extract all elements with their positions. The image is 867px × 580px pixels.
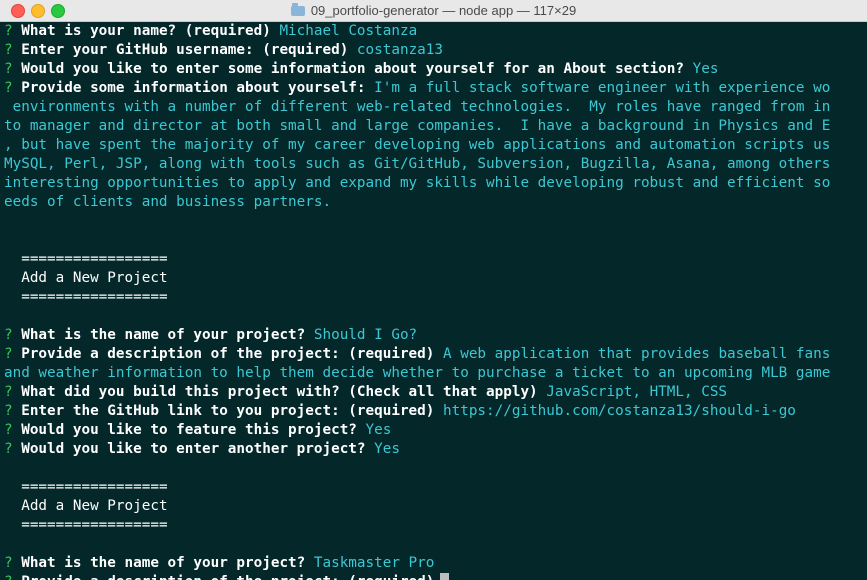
prompt-mark: ? (4, 384, 13, 400)
prompt-mark: ? (4, 61, 13, 77)
window-title: 09_portfolio-generator — node app — 117×… (310, 3, 577, 18)
answer: Taskmaster Pro (313, 555, 435, 571)
question: What is your name? (required) (21, 23, 271, 39)
separator-line: ================= (21, 289, 168, 305)
terminal-line: ? Would you like to enter some informati… (4, 60, 867, 79)
answer: costanza13 (356, 42, 443, 58)
terminal-line: ? Would you like to feature this project… (4, 421, 867, 440)
answer-continuation: environments with a number of different … (4, 99, 831, 115)
terminal-output[interactable]: ? What is your name? (required) Michael … (0, 22, 867, 580)
terminal-line: ? Provide a description of the project: … (4, 573, 867, 580)
separator-line: ================= (21, 251, 168, 267)
terminal-line: ? What did you build this project with? … (4, 383, 867, 402)
answer: Yes (374, 441, 400, 457)
answer-continuation: , but have spent the majority of my care… (4, 137, 831, 153)
answer-continuation: MySQL, Perl, JSP, along with tools such … (4, 156, 831, 172)
question: Provide some information about yourself: (21, 80, 366, 96)
answer-continuation: interesting opportunities to apply and e… (4, 175, 831, 191)
section-heading: Add a New Project (21, 498, 168, 514)
text-cursor[interactable] (440, 573, 450, 580)
terminal-line: ? What is the name of your project? Task… (4, 554, 867, 573)
question: What is the name of your project? (21, 555, 306, 571)
title-bar: 09_portfolio-generator — node app — 117×… (0, 0, 867, 22)
prompt-mark: ? (4, 555, 13, 571)
terminal-line: ? What is your name? (required) Michael … (4, 22, 867, 41)
folder-icon (290, 2, 305, 16)
terminal-line: ? Enter your GitHub username: (required)… (4, 41, 867, 60)
terminal-line: ? Enter the GitHub link to you project: … (4, 402, 867, 421)
prompt-mark: ? (4, 42, 13, 58)
answer: I'm a full stack software engineer with … (374, 80, 831, 96)
question: Would you like to feature this project? (21, 422, 357, 438)
terminal-line: ? Provide some information about yoursel… (4, 79, 867, 98)
question: What is the name of your project? (21, 327, 306, 343)
terminal-line: ? Would you like to enter another projec… (4, 440, 867, 459)
prompt-mark: ? (4, 422, 13, 438)
terminal-line: ? What is the name of your project? Shou… (4, 326, 867, 345)
question: Enter the GitHub link to you project: (r… (21, 403, 435, 419)
prompt-mark: ? (4, 327, 13, 343)
answer: A web application that provides baseball… (443, 346, 831, 362)
prompt-mark: ? (4, 346, 13, 362)
answer: Yes (365, 422, 392, 438)
answer: Michael Costanza (279, 23, 418, 39)
answer: JavaScript, HTML, CSS (546, 384, 728, 400)
question: Provide a description of the project: (r… (21, 346, 435, 362)
answer: https://github.com/costanza13/should-i-g… (443, 403, 796, 419)
question: Provide a description of the project: (r… (21, 574, 434, 580)
question: Would you like to enter some information… (21, 61, 684, 77)
answer: Should I Go? (313, 327, 418, 343)
terminal-line: ? Provide a description of the project: … (4, 345, 867, 364)
answer-continuation: and weather information to help them dec… (4, 365, 831, 381)
question: Would you like to enter another project? (21, 441, 366, 457)
prompt-mark: ? (4, 403, 13, 419)
question: Enter your GitHub username: (required) (21, 42, 349, 58)
separator-line: ================= (21, 517, 168, 533)
terminal-window: 09_portfolio-generator — node app — 117×… (0, 0, 867, 580)
separator-line: ================= (21, 479, 168, 495)
answer-continuation: eeds of clients and business partners. (4, 194, 332, 210)
section-heading: Add a New Project (21, 270, 168, 286)
answer: Yes (692, 61, 719, 77)
question: What did you build this project with? (C… (21, 384, 538, 400)
prompt-mark: ? (4, 80, 13, 96)
prompt-mark: ? (4, 23, 13, 39)
prompt-mark: ? (4, 441, 13, 457)
answer-continuation: to manager and director at both small an… (4, 118, 831, 134)
prompt-mark: ? (4, 574, 13, 580)
